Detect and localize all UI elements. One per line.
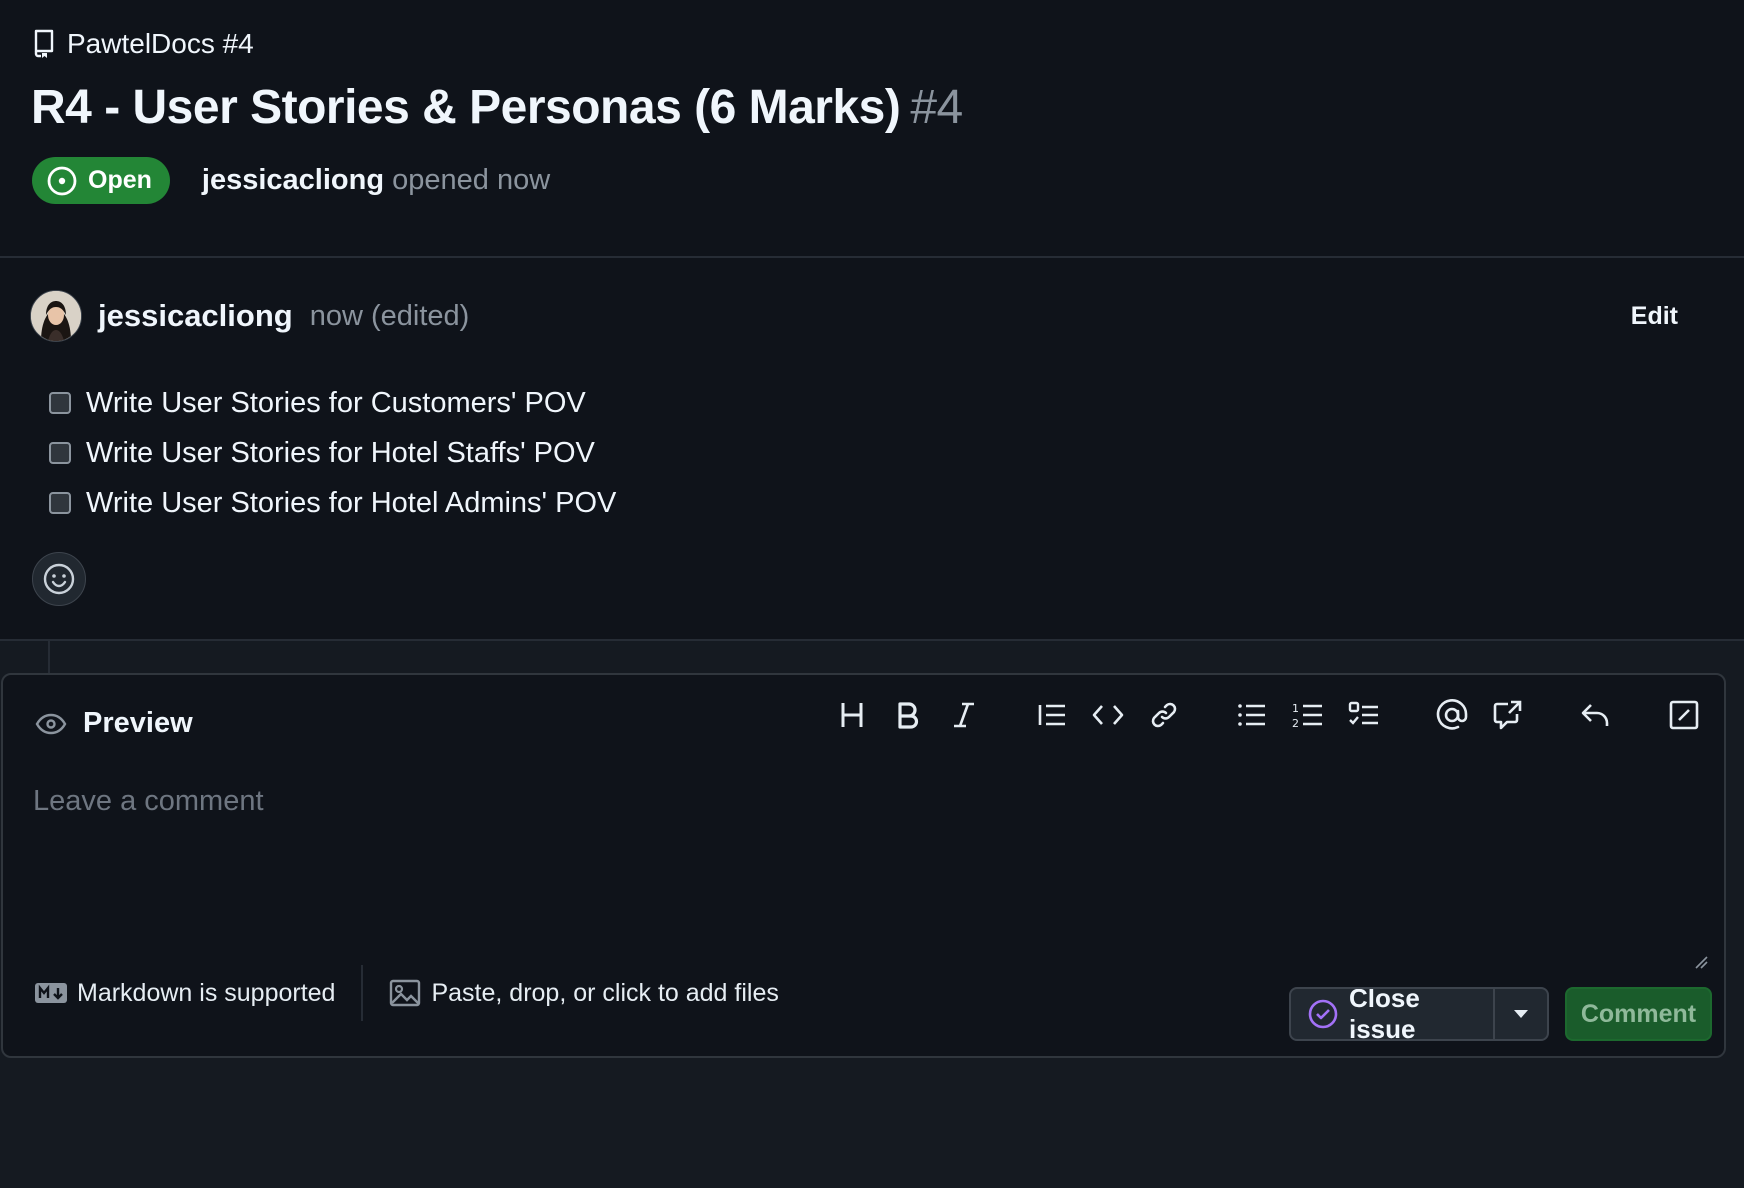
task-list-item: Write User Stories for Hotel Admins' POV bbox=[49, 478, 616, 528]
avatar[interactable] bbox=[30, 290, 82, 342]
opened-text: opened now bbox=[392, 164, 551, 196]
issue-state-row: Open jessicacliong opened now bbox=[32, 157, 550, 204]
issue-header: PawtelDocs #4 R4 - User Stories & Person… bbox=[0, 0, 1744, 258]
repo-name[interactable]: PawtelDocs #4 bbox=[67, 28, 254, 60]
comment-button[interactable]: Comment bbox=[1565, 987, 1712, 1041]
smiley-icon bbox=[42, 562, 76, 596]
resize-handle-icon[interactable] bbox=[1694, 955, 1708, 969]
quote-icon bbox=[1037, 702, 1067, 728]
code-button[interactable] bbox=[1088, 695, 1128, 735]
triangle-down-icon bbox=[1513, 1009, 1529, 1019]
saved-replies-icon bbox=[1580, 701, 1612, 729]
task-list-item: Write User Stories for Customers' POV bbox=[49, 378, 616, 428]
repo-icon bbox=[33, 29, 55, 59]
task-checkbox[interactable] bbox=[49, 392, 71, 414]
issue-body-comment: jessicacliong now (edited) Edit Write Us… bbox=[0, 258, 1744, 641]
italic-icon bbox=[951, 701, 977, 729]
preview-label: Preview bbox=[83, 707, 193, 739]
task-checkbox[interactable] bbox=[49, 442, 71, 464]
bold-button[interactable] bbox=[888, 695, 928, 735]
add-reaction-button[interactable] bbox=[32, 552, 86, 606]
task-label: Write User Stories for Hotel Admins' POV bbox=[86, 486, 617, 519]
heading-icon bbox=[839, 701, 865, 729]
preview-tab[interactable]: Preview bbox=[35, 707, 193, 740]
italic-button[interactable] bbox=[944, 695, 984, 735]
saved-replies-button[interactable] bbox=[1576, 695, 1616, 735]
comment-header: jessicacliong now (edited) bbox=[30, 290, 469, 342]
issue-author-link[interactable]: jessicacliong bbox=[202, 164, 384, 196]
issue-title-text: R4 - User Stories & Personas (6 Marks) bbox=[31, 81, 901, 134]
cross-reference-button[interactable] bbox=[1488, 695, 1528, 735]
svg-text:2: 2 bbox=[1292, 717, 1299, 729]
attach-files-button[interactable]: Paste, drop, or click to add files bbox=[389, 978, 779, 1008]
numbered-list-icon: 12 bbox=[1292, 701, 1324, 729]
files-note: Paste, drop, or click to add files bbox=[431, 978, 779, 1007]
comment-timestamp[interactable]: now (edited) bbox=[310, 300, 470, 333]
bulleted-list-button[interactable] bbox=[1232, 695, 1272, 735]
markdown-help-link[interactable]: Markdown is supported bbox=[35, 979, 335, 1008]
issue-title: R4 - User Stories & Personas (6 Marks) #4 bbox=[31, 80, 963, 135]
task-list: Write User Stories for Customers' POV Wr… bbox=[49, 378, 616, 528]
slash-command-icon bbox=[1669, 700, 1699, 730]
footer-divider bbox=[361, 965, 364, 1021]
heading-button[interactable] bbox=[832, 695, 872, 735]
task-checkbox[interactable] bbox=[49, 492, 71, 514]
markdown-note: Markdown is supported bbox=[77, 978, 336, 1007]
bulleted-list-icon bbox=[1237, 702, 1267, 728]
eye-icon bbox=[35, 713, 67, 735]
comment-input[interactable] bbox=[33, 785, 1688, 945]
status-label: Open bbox=[88, 166, 152, 194]
status-badge: Open bbox=[32, 157, 170, 204]
code-icon bbox=[1092, 703, 1124, 727]
issue-opened-icon bbox=[46, 165, 78, 197]
close-issue-label: Close issue bbox=[1349, 987, 1420, 1041]
comment-editor: Preview 12 Leave a comment Markdown is s… bbox=[1, 673, 1726, 1058]
close-issue-group: Close issue bbox=[1289, 987, 1549, 1041]
editor-footer: Markdown is supported Paste, drop, or cl… bbox=[35, 965, 779, 1021]
svg-text:1: 1 bbox=[1292, 702, 1299, 715]
edit-button[interactable]: Edit bbox=[1631, 302, 1678, 331]
repo-breadcrumb[interactable]: PawtelDocs #4 bbox=[33, 27, 254, 61]
comment-author[interactable]: jessicacliong bbox=[98, 298, 293, 334]
slash-command-button[interactable] bbox=[1664, 695, 1704, 735]
close-options-button[interactable] bbox=[1493, 989, 1547, 1039]
task-list-item: Write User Stories for Hotel Staffs' POV bbox=[49, 428, 616, 478]
task-list-icon bbox=[1348, 701, 1380, 729]
image-icon bbox=[389, 979, 421, 1007]
link-button[interactable] bbox=[1144, 695, 1184, 735]
timeline-connector bbox=[48, 641, 50, 673]
markdown-icon bbox=[35, 983, 67, 1003]
link-icon bbox=[1149, 700, 1179, 730]
task-label: Write User Stories for Customers' POV bbox=[86, 386, 586, 419]
mention-icon bbox=[1436, 699, 1468, 731]
issue-number: #4 bbox=[910, 81, 963, 134]
issue-opened-meta: jessicacliong opened now bbox=[202, 164, 550, 197]
task-label: Write User Stories for Hotel Staffs' POV bbox=[86, 436, 595, 469]
mention-button[interactable] bbox=[1432, 695, 1472, 735]
close-issue-button[interactable]: Close issue bbox=[1291, 989, 1493, 1039]
task-list-button[interactable] bbox=[1344, 695, 1384, 735]
cross-reference-icon bbox=[1492, 699, 1524, 731]
numbered-list-button[interactable]: 12 bbox=[1288, 695, 1328, 735]
quote-button[interactable] bbox=[1032, 695, 1072, 735]
bold-icon bbox=[896, 701, 920, 729]
issue-closed-icon bbox=[1307, 998, 1339, 1030]
